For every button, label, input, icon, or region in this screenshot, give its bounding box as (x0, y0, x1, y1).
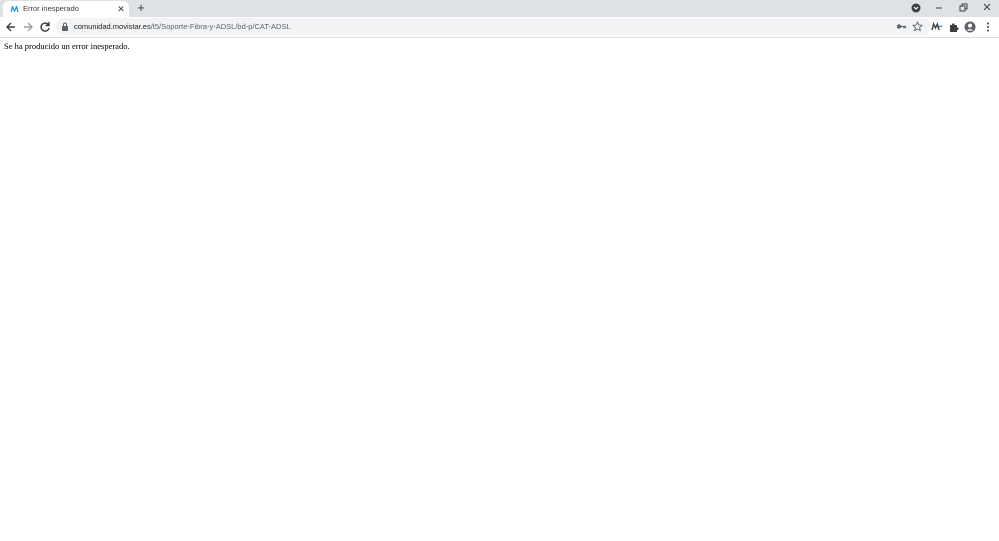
back-button[interactable] (4, 20, 18, 34)
profile-icon[interactable] (964, 21, 976, 33)
url-path: /t5/Soporte-Fibra-y-ADSL/bd-p/CAT-ADSL (150, 22, 291, 31)
back-icon (6, 22, 15, 32)
minimize-icon (936, 7, 942, 9)
restore-icon (959, 3, 968, 12)
restore-button[interactable] (952, 0, 974, 17)
error-message: Se ha producido un error inesperado. (4, 41, 130, 51)
reload-icon (40, 22, 50, 32)
address-bar[interactable]: comunidad.movistar.es/t5/Soporte-Fibra-y… (56, 18, 931, 35)
tab-active[interactable]: Error inesperado ✕ (3, 1, 129, 17)
tab-title: Error inesperado (23, 4, 79, 13)
minimize-button[interactable] (928, 0, 950, 17)
puzzle-icon[interactable] (948, 21, 960, 33)
url-host: comunidad.movistar.es (74, 22, 151, 31)
key-icon[interactable] (896, 21, 907, 32)
new-tab-button[interactable]: + (135, 1, 147, 14)
lock-icon[interactable] (61, 22, 69, 31)
forward-button[interactable] (21, 20, 35, 34)
forward-icon (24, 22, 33, 32)
url-text[interactable]: comunidad.movistar.es/t5/Soporte-Fibra-y… (74, 22, 291, 31)
tab-search-icon (911, 3, 921, 13)
reload-button[interactable] (38, 20, 52, 34)
tab-close-button[interactable]: ✕ (116, 4, 126, 14)
browser-toolbar: comunidad.movistar.es/t5/Soporte-Fibra-y… (0, 17, 999, 38)
close-icon (983, 3, 991, 11)
movistar-m-icon (10, 5, 19, 13)
menu-icon[interactable] (982, 21, 994, 33)
star-icon[interactable] (912, 21, 923, 32)
tab-strip: Error inesperado ✕ + (0, 0, 999, 17)
extension-m-icon[interactable] (931, 21, 943, 33)
page-content: Se ha producido un error inesperado. (0, 38, 999, 541)
tab-search-button[interactable] (905, 0, 927, 17)
window-close-button[interactable] (976, 0, 998, 17)
